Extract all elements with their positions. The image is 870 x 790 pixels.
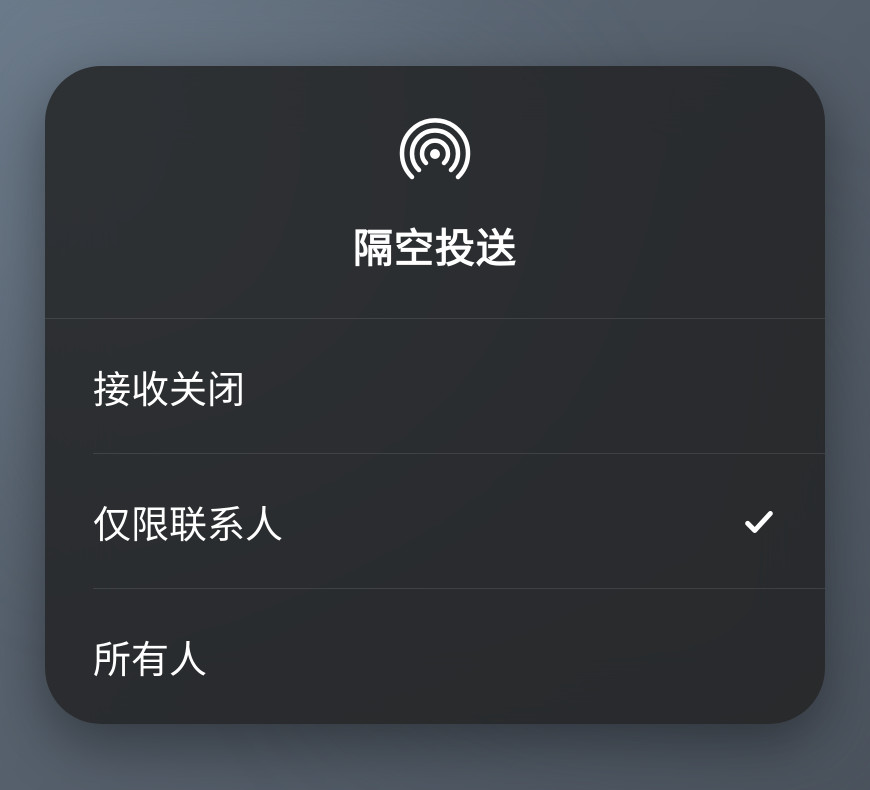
airdrop-icon <box>399 114 471 186</box>
airdrop-options-list: 接收关闭 仅限联系人 所有人 <box>45 319 825 724</box>
panel-header: 隔空投送 <box>45 66 825 319</box>
option-everyone[interactable]: 所有人 <box>45 589 825 724</box>
option-label: 所有人 <box>93 629 207 684</box>
option-receiving-off[interactable]: 接收关闭 <box>45 319 825 454</box>
checkmark-icon <box>741 504 777 540</box>
option-contacts-only[interactable]: 仅限联系人 <box>45 454 825 589</box>
panel-title: 隔空投送 <box>353 216 517 274</box>
option-label: 仅限联系人 <box>93 494 283 549</box>
option-label: 接收关闭 <box>93 359 245 414</box>
airdrop-settings-panel: 隔空投送 接收关闭 仅限联系人 所有人 <box>45 66 825 724</box>
